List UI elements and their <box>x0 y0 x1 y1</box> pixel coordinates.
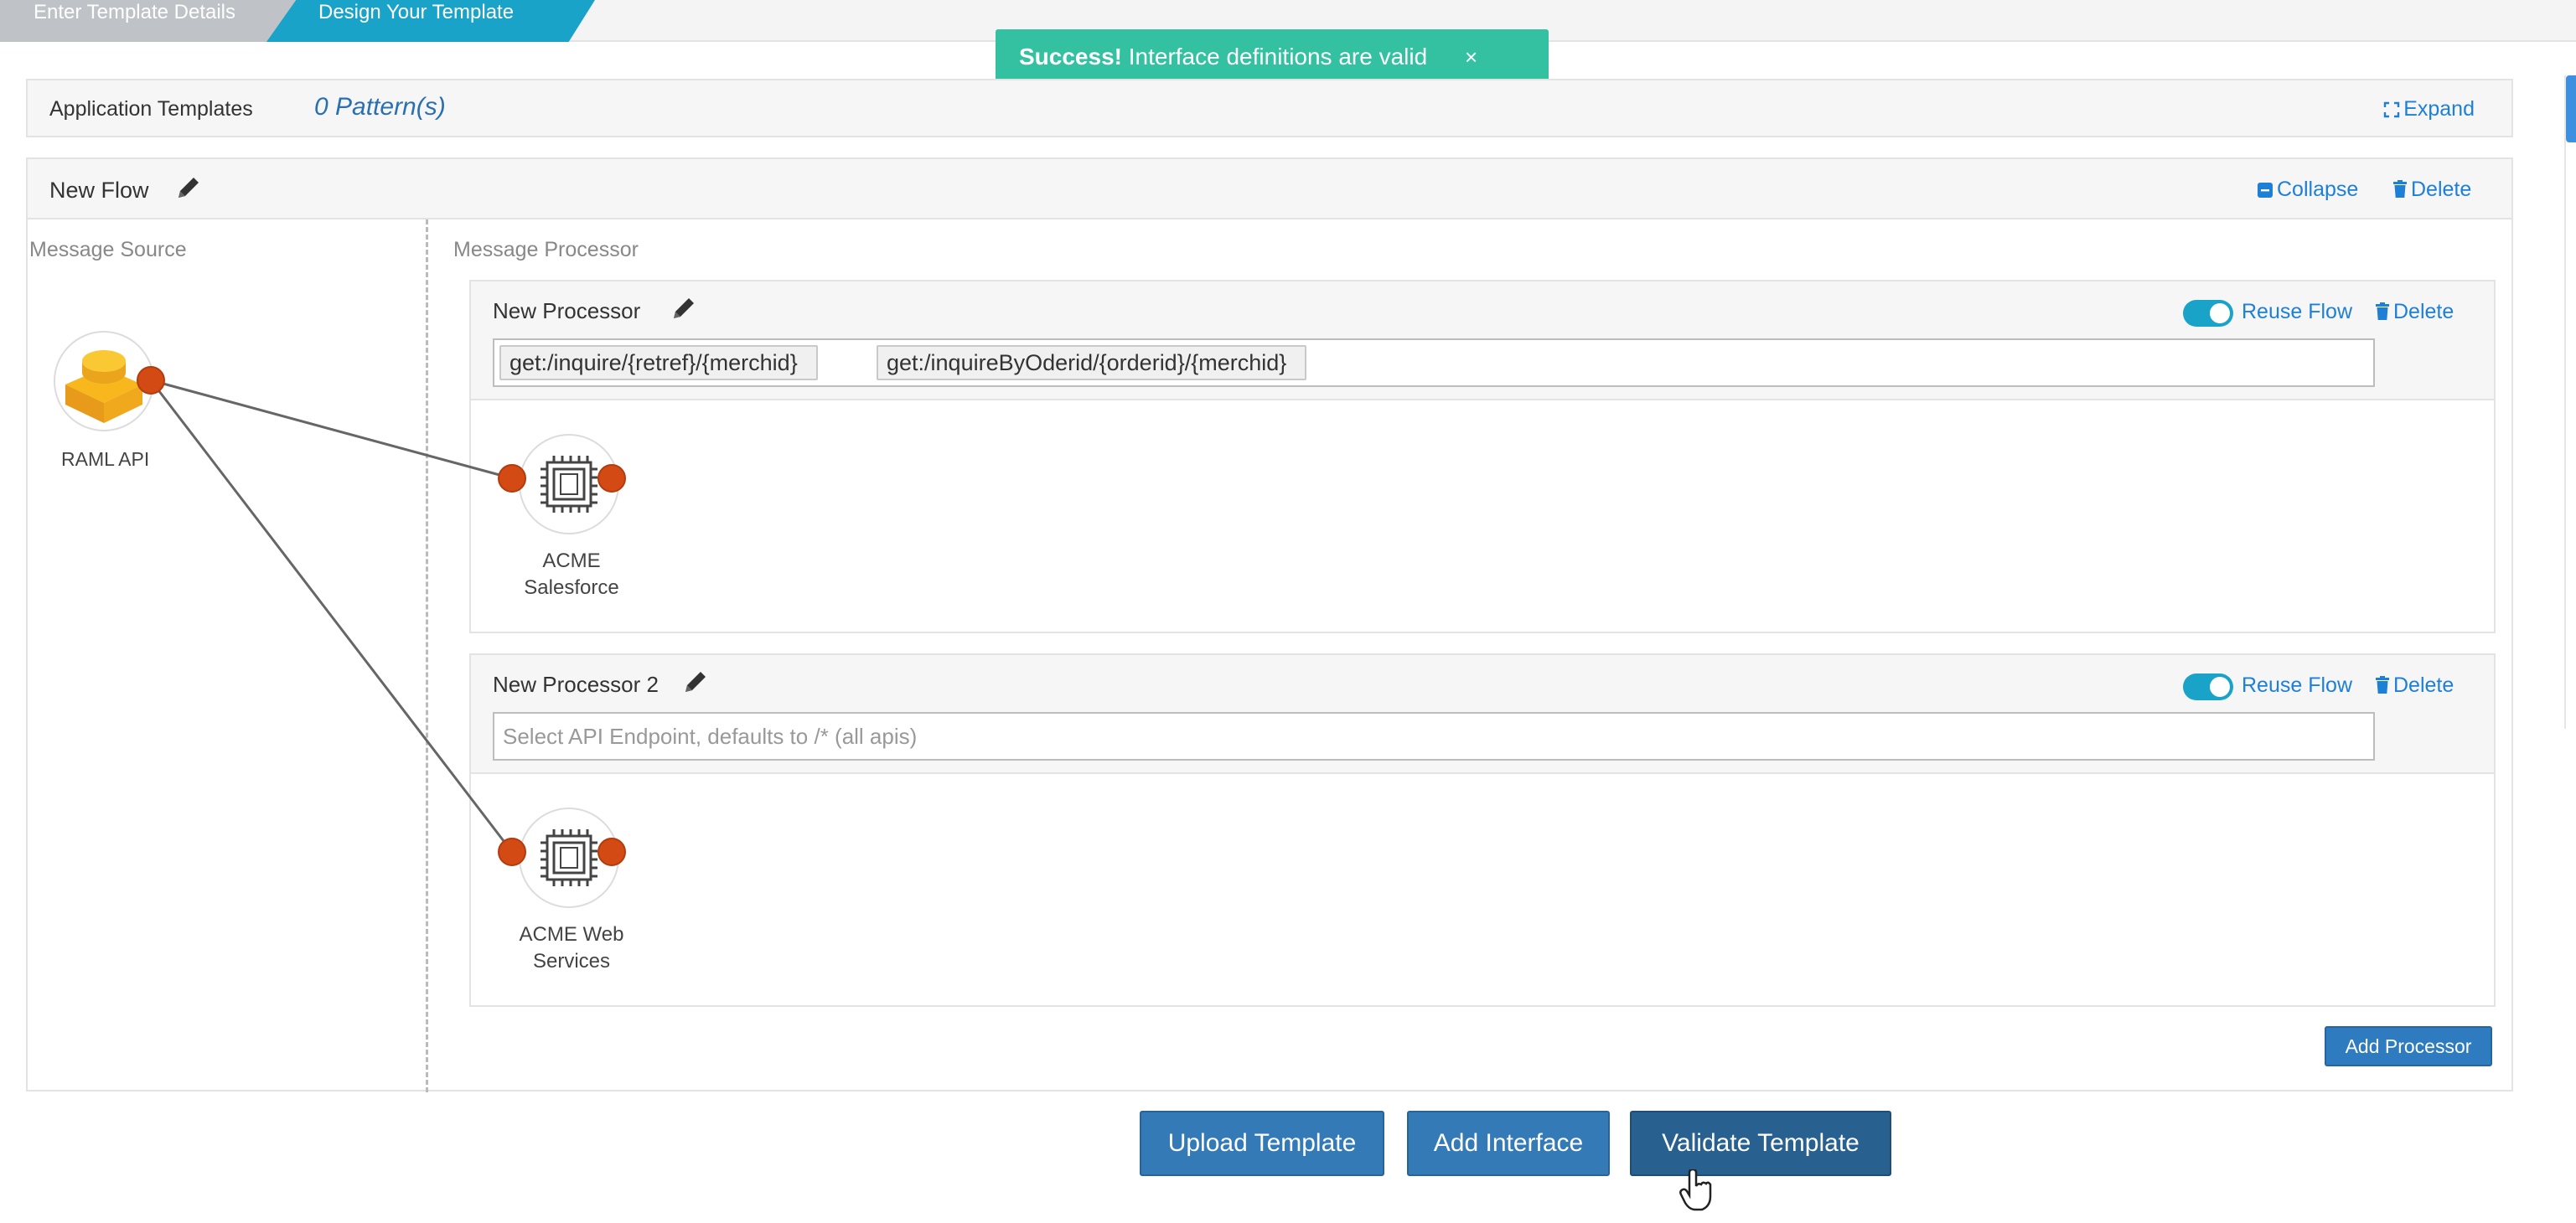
salesforce-output-port[interactable] <box>597 464 626 493</box>
connection-wires <box>149 379 514 853</box>
hand-cursor-icon <box>1679 1169 1712 1211</box>
upload-template-button[interactable]: Upload Template <box>1140 1111 1384 1176</box>
web-services-output-port[interactable] <box>597 838 626 866</box>
salesforce-input-port[interactable] <box>498 464 526 493</box>
wire-to-web-services <box>149 379 514 853</box>
add-processor-button[interactable]: Add Processor <box>2325 1026 2492 1066</box>
validate-template-button[interactable]: Validate Template <box>1630 1111 1891 1176</box>
add-interface-button[interactable]: Add Interface <box>1407 1111 1610 1176</box>
web-services-input-port[interactable] <box>498 838 526 866</box>
wire-to-salesforce <box>150 379 513 480</box>
source-output-port[interactable] <box>137 366 165 395</box>
